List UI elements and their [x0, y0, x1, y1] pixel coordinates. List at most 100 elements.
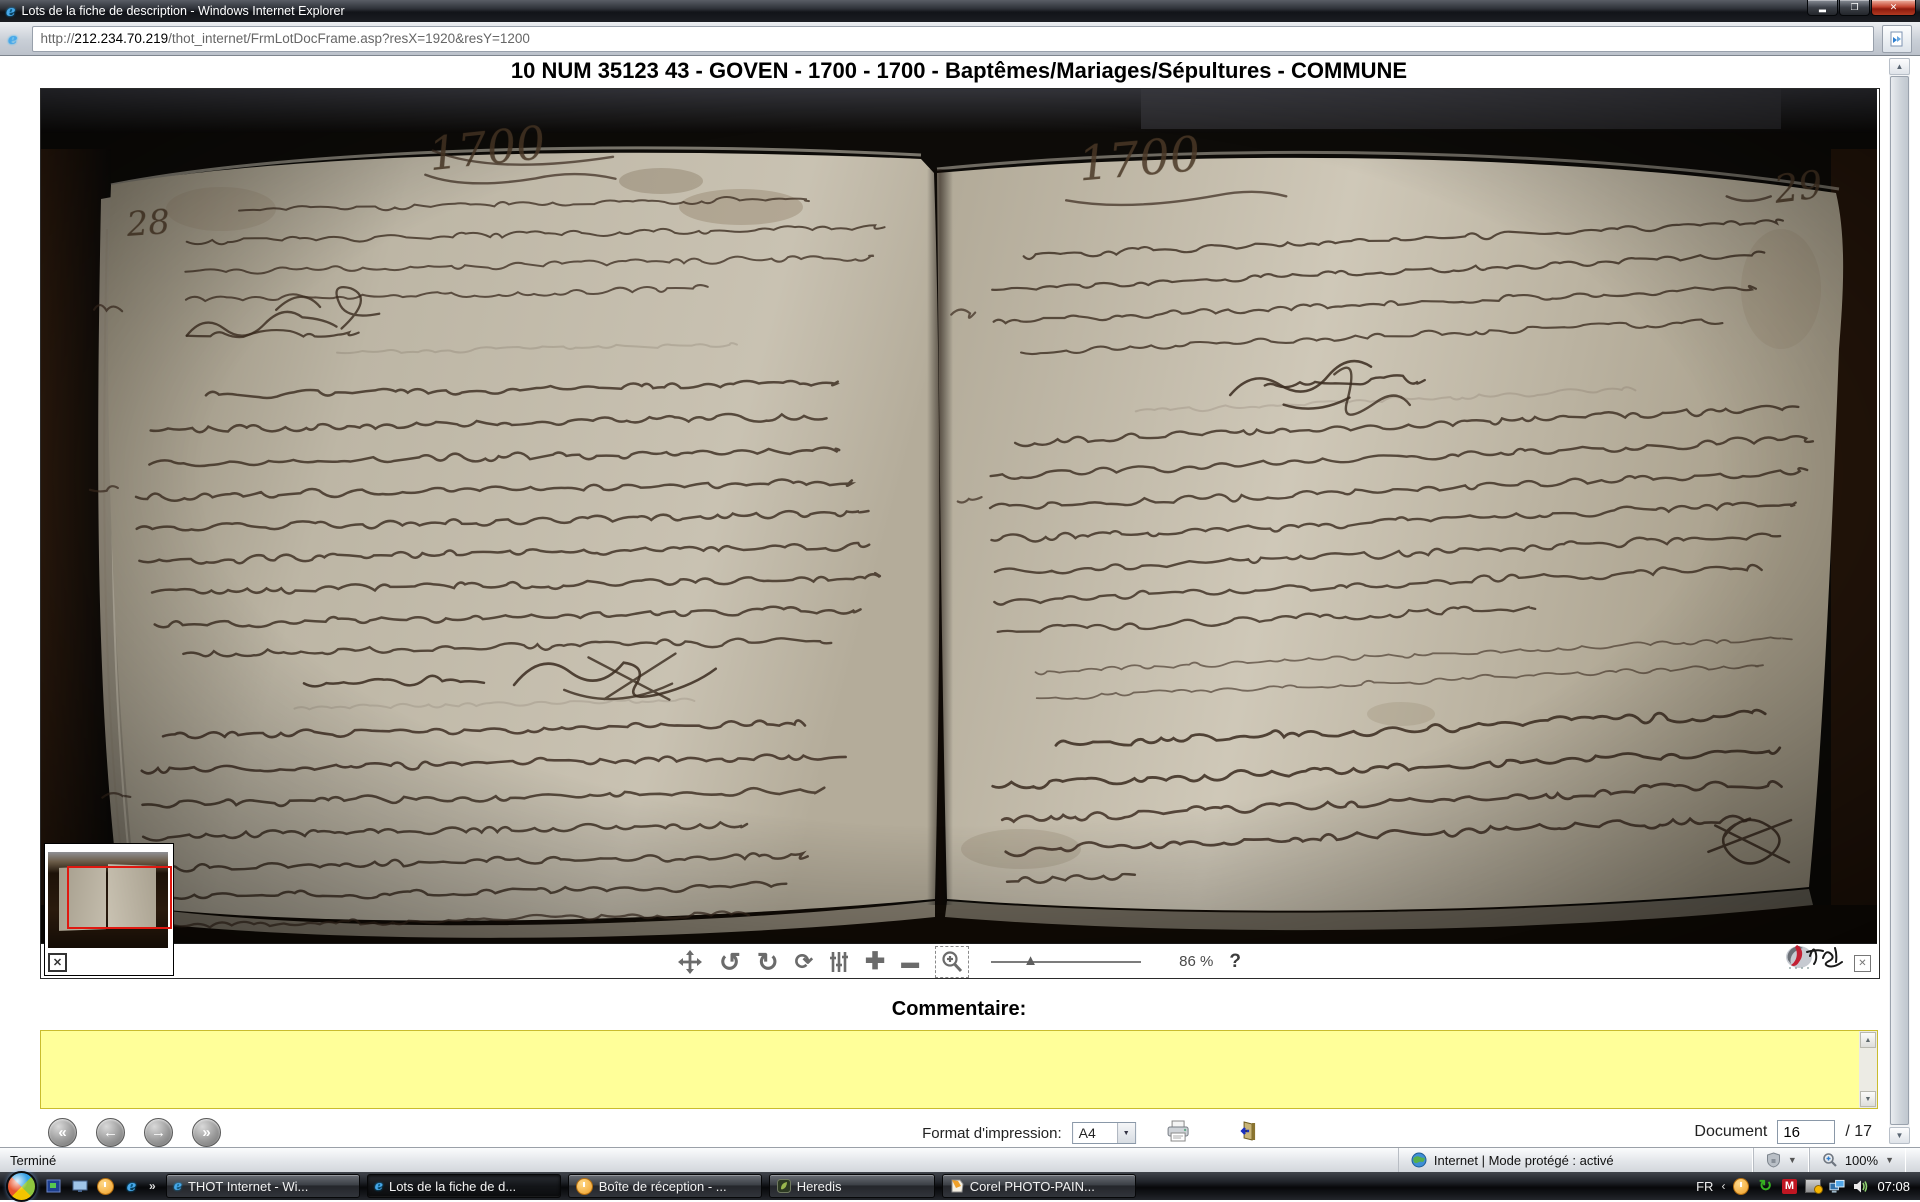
comment-scroll-down-icon[interactable]: ▼: [1860, 1091, 1876, 1107]
first-document-button[interactable]: «: [48, 1118, 77, 1147]
manuscript-photo[interactable]: 1700 1700 28 29: [41, 89, 1877, 944]
status-bar: Terminé Internet | Mode protégé : activé…: [0, 1147, 1920, 1172]
pan-tool-icon[interactable]: [677, 948, 703, 976]
keyboard-warning-tray-icon[interactable]: [1805, 1178, 1821, 1194]
zoom-slider[interactable]: ▲: [991, 952, 1141, 972]
comment-label: Commentaire:: [40, 998, 1878, 1021]
url-prefix: http://: [41, 31, 75, 46]
exit-button[interactable]: [1236, 1120, 1258, 1146]
taskbtn-boite-reception[interactable]: Boîte de réception - ...: [568, 1174, 762, 1198]
switch-windows-icon[interactable]: [71, 1178, 88, 1194]
taskbtn-lots-fiche[interactable]: e Lots de la fiche de d...: [367, 1174, 561, 1198]
task-label: Lots de la fiche de d...: [389, 1179, 516, 1194]
rotate-ccw-icon[interactable]: ↺: [719, 948, 741, 976]
help-icon[interactable]: ?: [1229, 951, 1241, 973]
window-titlebar[interactable]: e Lots de la fiche de description - Wind…: [0, 0, 1920, 22]
tray-clock[interactable]: 07:08: [1877, 1179, 1910, 1194]
zoom-tool-icon[interactable]: [935, 946, 969, 978]
network-tray-icon[interactable]: [1829, 1178, 1845, 1194]
scrollbar-thumb[interactable]: [1890, 76, 1909, 1125]
protected-mode-menu[interactable]: ▼: [1753, 1148, 1809, 1172]
ie-quicklaunch-icon[interactable]: e: [123, 1178, 140, 1194]
document-total: / 17: [1845, 1123, 1872, 1141]
taskbar: e » e THOT Internet - Wi... e Lots de la…: [0, 1172, 1920, 1200]
comment-box: ▲ ▼: [40, 1030, 1878, 1109]
restore-button[interactable]: ❐: [1839, 0, 1870, 16]
select-dropdown-icon[interactable]: ▼: [1117, 1123, 1135, 1143]
window-title: Lots de la fiche de description - Window…: [22, 4, 345, 18]
refresh-go-button[interactable]: [1882, 25, 1912, 53]
zoom-slider-thumb[interactable]: ▲: [1023, 953, 1038, 968]
task-label: Boîte de réception - ...: [599, 1179, 727, 1194]
comment-textarea[interactable]: [41, 1031, 1863, 1112]
security-zone-text: Internet | Mode protégé : activé: [1434, 1153, 1614, 1168]
scroll-down-icon[interactable]: ▼: [1889, 1127, 1910, 1144]
outlook-quicklaunch-icon[interactable]: [97, 1178, 114, 1194]
taskbtn-thot-internet[interactable]: e THOT Internet - Wi...: [166, 1174, 360, 1198]
comment-scrollbar[interactable]: ▲ ▼: [1859, 1031, 1877, 1108]
zoom-slider-track[interactable]: [991, 961, 1141, 963]
show-desktop-icon[interactable]: [45, 1178, 62, 1194]
url-input[interactable]: http://212.234.70.219/thot_internet/FrmL…: [32, 26, 1874, 52]
task-label: Heredis: [797, 1179, 842, 1194]
tray-chevron-icon[interactable]: ‹: [1721, 1179, 1725, 1193]
print-format-label: Format d'impression:: [922, 1125, 1062, 1142]
status-text: Terminé: [0, 1153, 1398, 1168]
thumbnail-close-icon[interactable]: ✕: [48, 953, 67, 972]
thot-logo: [1783, 942, 1849, 975]
url-path: /thot_internet/FrmLotDocFrame.asp?resX=1…: [168, 31, 530, 46]
zoom-out-icon[interactable]: ▬: [901, 948, 919, 976]
comment-scroll-up-icon[interactable]: ▲: [1860, 1032, 1876, 1048]
page-content: 10 NUM 35123 43 - GOVEN - 1700 - 1700 - …: [0, 56, 1920, 1148]
print-format-select[interactable]: A4 ▼: [1072, 1122, 1136, 1144]
ie-task-icon: e: [174, 1179, 182, 1194]
resize-grip[interactable]: [1906, 1148, 1920, 1172]
corel-icon: [950, 1179, 964, 1193]
viewer-toolbar: ↺ ↻ ⟳ ✚ ▬ ▲ 86 % ?: [41, 945, 1877, 978]
heredis-icon: [777, 1179, 791, 1193]
minimize-button[interactable]: ▂: [1807, 0, 1838, 16]
volume-tray-icon[interactable]: [1853, 1178, 1869, 1194]
ie-task-icon: e: [375, 1179, 383, 1194]
quicklaunch-overflow-icon[interactable]: »: [149, 1179, 156, 1193]
image-viewer: 1700 1700 28 29 ✕ ↺ ↻: [40, 88, 1880, 979]
document-number-input[interactable]: [1777, 1120, 1835, 1144]
system-tray: FR ‹ ↻ M 07:08: [1696, 1178, 1920, 1194]
previous-document-button[interactable]: ←: [96, 1118, 125, 1147]
manuscript-image: 1700 1700 28 29: [41, 89, 1877, 943]
rotate-cw-icon[interactable]: ↻: [757, 948, 779, 976]
thumbnail-viewport-rect[interactable]: [67, 866, 172, 929]
outlook-task-icon: [576, 1178, 593, 1195]
thumbnail-navigator[interactable]: ✕: [44, 843, 174, 976]
viewer-close-icon[interactable]: ✕: [1854, 955, 1871, 972]
taskbtn-corel[interactable]: Corel PHOTO-PAIN...: [942, 1174, 1136, 1198]
print-button[interactable]: [1166, 1120, 1190, 1146]
sync-tray-icon[interactable]: ↻: [1757, 1178, 1773, 1194]
start-button[interactable]: [6, 1171, 37, 1202]
next-document-button[interactable]: →: [144, 1118, 173, 1147]
refresh-icon: [1889, 31, 1905, 47]
close-button[interactable]: ✕: [1871, 0, 1916, 16]
protected-mode-dropdown-icon[interactable]: ▼: [1788, 1155, 1797, 1165]
zoom-level-text: 100%: [1845, 1153, 1878, 1168]
rotate-reset-icon[interactable]: ⟳: [795, 948, 813, 976]
zoom-menu[interactable]: 100% ▼: [1809, 1148, 1906, 1172]
reminder-tray-icon[interactable]: [1733, 1178, 1749, 1194]
last-document-button[interactable]: »: [192, 1118, 221, 1147]
language-indicator[interactable]: FR: [1696, 1179, 1713, 1194]
scroll-up-icon[interactable]: ▲: [1889, 58, 1910, 75]
zoom-percent: 86 %: [1179, 953, 1213, 970]
zoom-in-icon[interactable]: ✚: [865, 948, 885, 976]
task-label: THOT Internet - Wi...: [188, 1179, 308, 1194]
address-bar: e http://212.234.70.219/thot_internet/Fr…: [0, 22, 1920, 56]
page-scrollbar[interactable]: ▲ ▼: [1889, 58, 1910, 1144]
url-domain: 212.234.70.219: [74, 31, 168, 46]
security-zone: Internet | Mode protégé : activé: [1398, 1148, 1753, 1172]
document-title: 10 NUM 35123 43 - GOVEN - 1700 - 1700 - …: [40, 58, 1878, 84]
taskbtn-heredis[interactable]: Heredis: [769, 1174, 935, 1198]
globe-icon: [1411, 1152, 1427, 1168]
ie-favicon-icon: e: [6, 2, 16, 20]
mcafee-tray-icon[interactable]: M: [1781, 1178, 1797, 1194]
levels-adjust-icon[interactable]: [829, 948, 849, 976]
zoom-dropdown-icon[interactable]: ▼: [1885, 1155, 1894, 1165]
